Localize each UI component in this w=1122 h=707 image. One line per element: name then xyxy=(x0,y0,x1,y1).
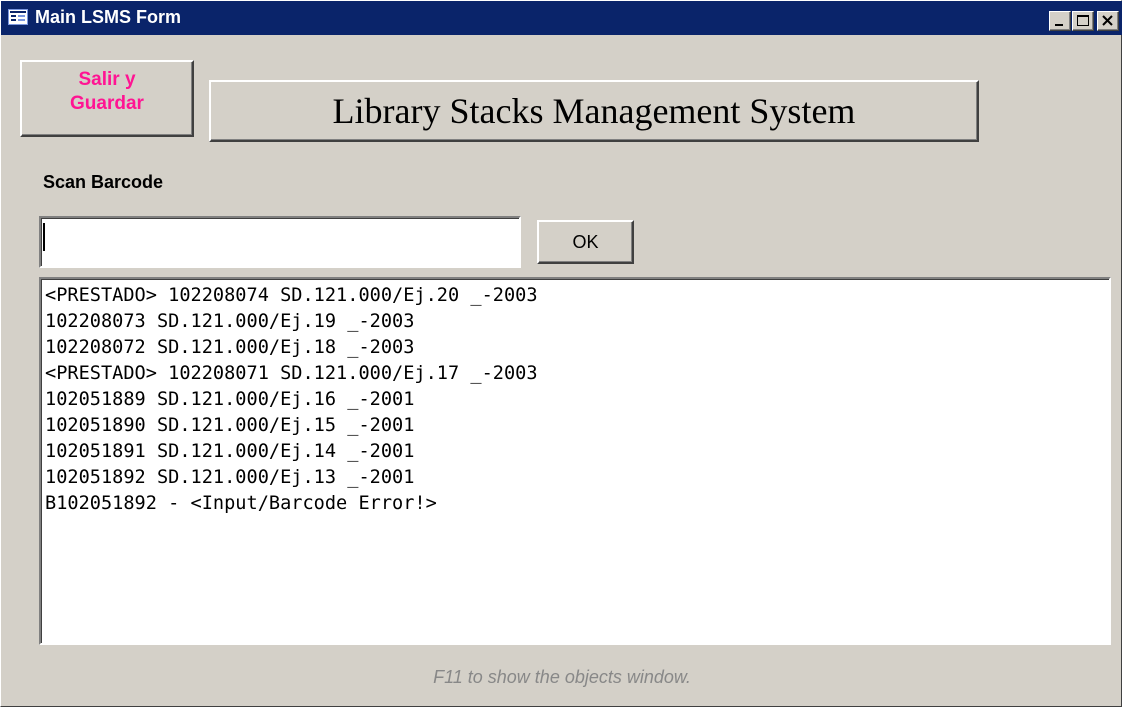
log-line[interactable]: B102051892 - <Input/Barcode Error!> xyxy=(45,491,538,517)
exit-save-button[interactable]: Salir y Guardar xyxy=(20,60,194,137)
log-line[interactable]: 102208073 SD.121.000/Ej.19 _-2003 xyxy=(45,309,538,335)
title-bar[interactable]: Main LSMS Form xyxy=(1,1,1122,35)
status-hint: F11 to show the objects window. xyxy=(433,667,691,687)
maximize-icon xyxy=(1077,15,1089,26)
log-line[interactable]: <PRESTADO> 102208071 SD.121.000/Ej.17 _-… xyxy=(45,361,538,387)
log-line[interactable]: 102051889 SD.121.000/Ej.16 _-2001 xyxy=(45,387,538,413)
exit-save-label-line1: Salir y xyxy=(78,69,136,90)
log-line[interactable]: 102051891 SD.121.000/Ej.14 _-2001 xyxy=(45,439,538,465)
log-line[interactable]: 102051890 SD.121.000/Ej.15 _-2001 xyxy=(45,413,538,439)
main-lsms-window: Main LSMS Form Salir y Guardar Library S… xyxy=(0,0,1122,707)
barcode-input[interactable] xyxy=(39,216,521,268)
log-line[interactable]: 102208072 SD.121.000/Ej.18 _-2003 xyxy=(45,335,538,361)
log-line[interactable]: <PRESTADO> 102208074 SD.121.000/Ej.20 _-… xyxy=(45,283,538,309)
text-caret xyxy=(43,223,45,251)
close-button[interactable] xyxy=(1097,11,1119,31)
system-title-banner: Library Stacks Management System xyxy=(209,80,979,142)
ok-button[interactable]: OK xyxy=(537,220,634,264)
scan-barcode-label: Scan Barcode xyxy=(43,172,164,192)
system-title: Library Stacks Management System xyxy=(332,91,856,131)
maximize-button[interactable] xyxy=(1072,11,1094,31)
close-icon xyxy=(1102,15,1113,26)
ok-button-label: OK xyxy=(572,232,599,252)
exit-save-label-line2: Guardar xyxy=(70,93,144,114)
minimize-icon xyxy=(1055,24,1063,26)
minimize-button[interactable] xyxy=(1049,11,1071,31)
window-title: Main LSMS Form xyxy=(35,7,182,27)
form-icon xyxy=(8,9,28,25)
scan-log-lines: <PRESTADO> 102208074 SD.121.000/Ej.20 _-… xyxy=(45,283,538,517)
scan-log-list[interactable]: <PRESTADO> 102208074 SD.121.000/Ej.20 _-… xyxy=(39,277,1111,645)
log-line[interactable]: 102051892 SD.121.000/Ej.13 _-2001 xyxy=(45,465,538,491)
